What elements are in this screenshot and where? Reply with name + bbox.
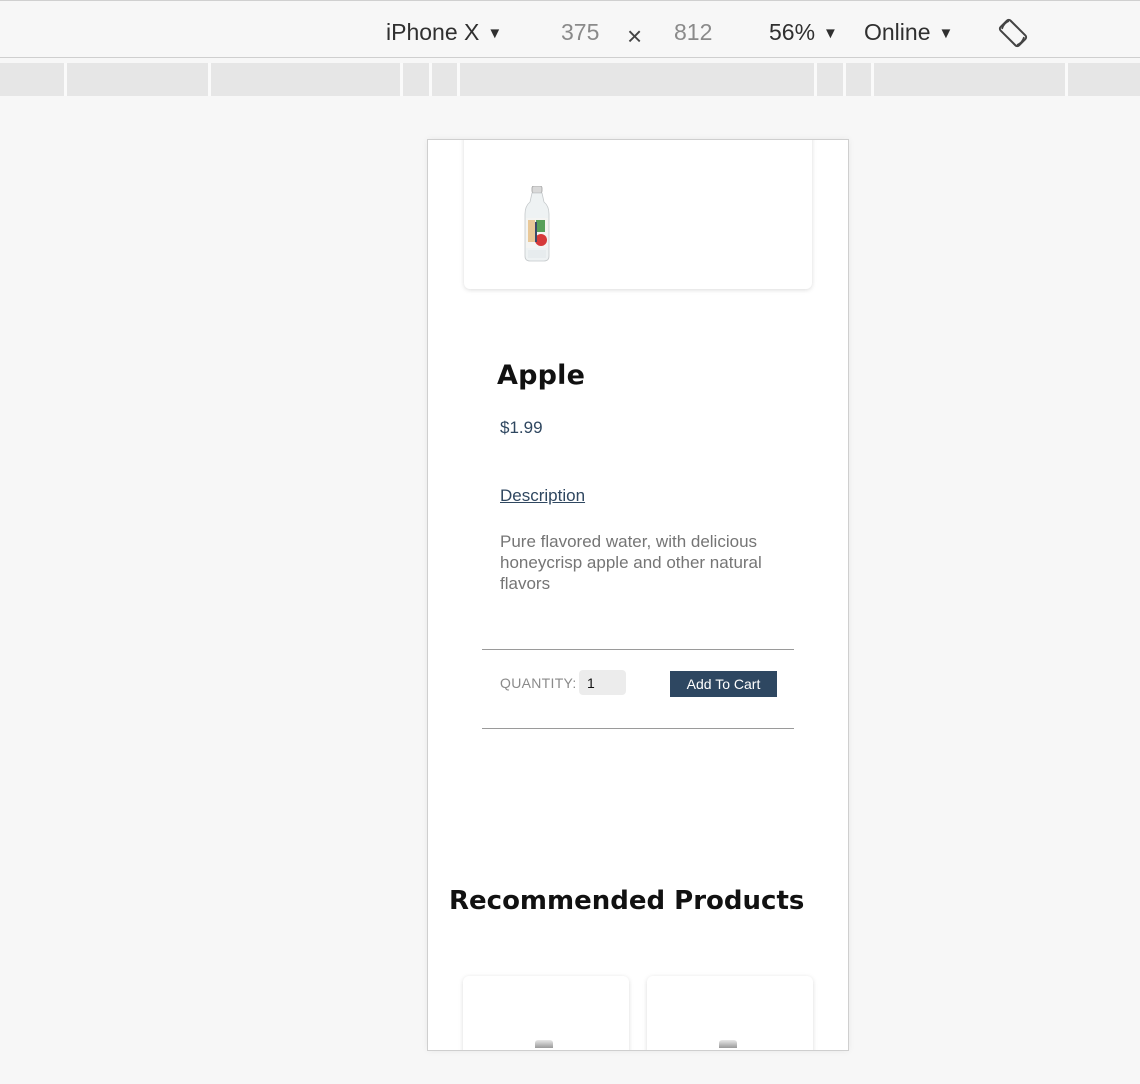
chevron-down-icon: ▼ (487, 25, 503, 42)
media-query-divider (814, 63, 817, 96)
zoom-select[interactable]: 56% ▼ (769, 17, 838, 49)
add-to-cart-button[interactable]: Add To Cart (670, 671, 777, 697)
times-icon: × (627, 21, 643, 51)
device-toolbar: iPhone X ▼ 375 × 812 56% ▼ Online ▼ (0, 0, 1140, 58)
network-throttle-select[interactable]: Online ▼ (864, 17, 953, 49)
network-value: Online (864, 19, 931, 45)
water-bottle-image (535, 1040, 553, 1048)
media-query-divider (64, 63, 67, 96)
chevron-down-icon: ▼ (938, 25, 954, 42)
water-bottle-image (719, 1040, 737, 1048)
media-query-divider (871, 63, 874, 96)
quantity-input[interactable] (579, 670, 626, 695)
media-query-divider (1065, 63, 1068, 96)
media-query-divider (208, 63, 211, 96)
media-query-bar[interactable] (0, 63, 1140, 96)
quantity-label: QUANTITY: (500, 675, 577, 691)
divider (482, 649, 794, 650)
chevron-down-icon: ▼ (823, 25, 838, 42)
product-title: Apple (497, 360, 586, 391)
media-query-divider (400, 63, 403, 96)
divider (482, 728, 794, 729)
height-input[interactable]: 812 (674, 17, 712, 47)
description-tab-link[interactable]: Description (500, 486, 585, 506)
product-description: Pure flavored water, with delicious hone… (500, 532, 762, 593)
device-viewport: Apple $1.99 Description Pure flavored wa… (427, 139, 849, 1051)
product-image-card (464, 140, 812, 289)
media-query-divider (843, 63, 846, 96)
zoom-value: 56% (769, 19, 816, 45)
recommended-products-heading: Recommended Products (449, 886, 805, 916)
media-query-divider (429, 63, 432, 96)
device-select[interactable]: iPhone X ▼ (386, 17, 502, 49)
width-input[interactable]: 375 (561, 17, 599, 47)
rotate-icon[interactable] (997, 17, 1029, 49)
water-bottle-image (522, 185, 552, 262)
media-query-divider (457, 63, 460, 96)
recommended-product-card[interactable] (463, 976, 629, 1050)
product-price: $1.99 (500, 418, 543, 437)
device-name: iPhone X (386, 19, 480, 45)
recommended-product-card[interactable] (647, 976, 813, 1050)
